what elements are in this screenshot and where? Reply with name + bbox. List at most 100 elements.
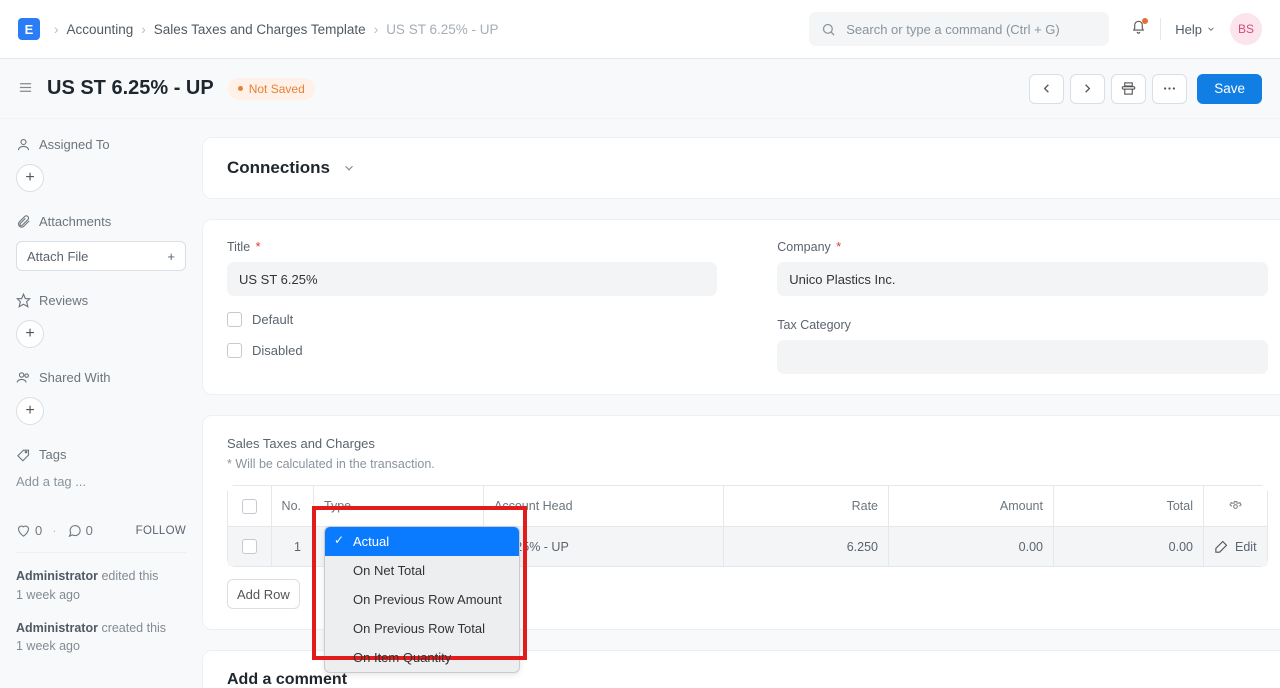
col-settings[interactable] <box>1204 486 1267 526</box>
engagement-stats: 0 · 0 <box>16 523 93 538</box>
top-navbar: E › Accounting › Sales Taxes and Charges… <box>0 0 1280 59</box>
add-review-button[interactable]: + <box>16 320 44 348</box>
print-button[interactable] <box>1111 74 1146 104</box>
page-title: US ST 6.25% - UP <box>47 77 214 100</box>
status-text: Not Saved <box>249 82 305 96</box>
connections-toggle[interactable]: Connections <box>227 158 1268 178</box>
row-account[interactable]: T 6.25% - UP <box>484 527 724 566</box>
row-amount[interactable]: 0.00 <box>889 527 1054 566</box>
user-icon <box>16 137 31 152</box>
tax-category-label: Tax Category <box>777 318 1267 332</box>
more-menu-button[interactable] <box>1152 74 1187 104</box>
user-avatar[interactable]: BS <box>1230 13 1262 45</box>
heart-icon <box>16 523 31 538</box>
dropdown-option-actual[interactable]: Actual <box>325 527 519 556</box>
row-no: 1 <box>272 527 314 566</box>
follow-button[interactable]: FOLLOW <box>136 525 186 537</box>
paperclip-icon <box>16 214 31 229</box>
taxes-grid: No. Type Account Head Rate Amount Total … <box>227 485 1268 567</box>
col-total: Total <box>1054 486 1204 526</box>
chevron-down-icon <box>1206 24 1216 34</box>
dropdown-option-prev-total[interactable]: On Previous Row Total <box>325 614 519 643</box>
row-checkbox[interactable] <box>242 539 257 554</box>
sidebar-toggle[interactable] <box>18 80 33 98</box>
checkbox-icon <box>227 343 242 358</box>
attach-file-button[interactable]: Attach File + <box>16 241 186 271</box>
prev-button[interactable] <box>1029 74 1064 104</box>
tax-category-field[interactable] <box>777 340 1267 374</box>
row-edit-button[interactable]: Edit <box>1204 527 1267 566</box>
breadcrumb-template[interactable]: Sales Taxes and Charges Template <box>154 22 366 37</box>
details-card: Title * Default Disabled Company * Tax C… <box>202 219 1280 395</box>
company-label: Company * <box>777 240 1267 254</box>
assigned-to-header: Assigned To <box>16 137 186 152</box>
comment-icon <box>67 523 82 538</box>
dropdown-option-item-qty[interactable]: On Item Quantity <box>325 643 519 672</box>
checkbox-icon <box>227 312 242 327</box>
chevron-right-icon: › <box>374 22 379 37</box>
default-checkbox[interactable]: Default <box>227 312 717 327</box>
grid-row: 1 Actual On Net Total On Previous Row Am… <box>228 526 1267 566</box>
dropdown-option-net-total[interactable]: On Net Total <box>325 556 519 585</box>
activity-entry: Administrator created this 1 week ago <box>16 619 186 657</box>
col-no: No. <box>272 486 314 526</box>
col-rate: Rate <box>724 486 889 526</box>
row-rate[interactable]: 6.250 <box>724 527 889 566</box>
status-dot-icon <box>238 86 243 91</box>
select-all-checkbox[interactable] <box>242 499 257 514</box>
chevron-left-icon <box>1039 81 1054 96</box>
tags-header: Tags <box>16 447 186 462</box>
row-type-cell[interactable]: Actual On Net Total On Previous Row Amou… <box>314 527 484 566</box>
app-logo[interactable]: E <box>18 18 40 40</box>
help-label: Help <box>1175 22 1202 37</box>
add-row-button[interactable]: Add Row <box>227 579 300 609</box>
dropdown-option-prev-amount[interactable]: On Previous Row Amount <box>325 585 519 614</box>
reviews-header: Reviews <box>16 293 186 308</box>
shared-with-label: Shared With <box>39 370 111 385</box>
divider <box>16 552 186 553</box>
comment-count[interactable]: 0 <box>67 523 93 538</box>
taxes-hint: * Will be calculated in the transaction. <box>227 457 1268 471</box>
users-icon <box>16 370 31 385</box>
add-tag-input[interactable]: Add a tag ... <box>16 474 186 489</box>
breadcrumb: › Accounting › Sales Taxes and Charges T… <box>54 22 498 37</box>
taxes-section-label: Sales Taxes and Charges <box>227 436 1268 451</box>
attachments-header: Attachments <box>16 214 186 229</box>
next-button[interactable] <box>1070 74 1105 104</box>
row-total[interactable]: 0.00 <box>1054 527 1204 566</box>
company-field[interactable] <box>777 262 1267 296</box>
add-assignment-button[interactable]: + <box>16 164 44 192</box>
connections-label: Connections <box>227 158 330 178</box>
form-sidebar: Assigned To + Attachments Attach File + … <box>0 119 202 688</box>
attachments-label: Attachments <box>39 214 111 229</box>
connections-card: Connections <box>202 137 1280 199</box>
notifications-button[interactable] <box>1131 20 1146 38</box>
gear-icon <box>1228 499 1243 514</box>
col-amount: Amount <box>889 486 1054 526</box>
search-icon <box>821 22 836 37</box>
add-share-button[interactable]: + <box>16 397 44 425</box>
col-type: Type <box>314 486 484 526</box>
disabled-checkbox[interactable]: Disabled <box>227 343 717 358</box>
tags-label: Tags <box>39 447 66 462</box>
save-button[interactable]: Save <box>1197 74 1262 104</box>
assigned-to-label: Assigned To <box>39 137 110 152</box>
reviews-label: Reviews <box>39 293 88 308</box>
chevron-right-icon: › <box>54 22 59 37</box>
menu-icon <box>18 80 33 95</box>
like-count[interactable]: 0 <box>16 523 42 538</box>
chevron-down-icon <box>342 161 356 175</box>
breadcrumb-accounting[interactable]: Accounting <box>67 22 134 37</box>
plus-icon: + <box>167 249 175 264</box>
col-account: Account Head <box>484 486 724 526</box>
pencil-icon <box>1214 539 1229 554</box>
type-dropdown[interactable]: Actual On Net Total On Previous Row Amou… <box>324 526 520 673</box>
printer-icon <box>1121 81 1136 96</box>
title-field[interactable] <box>227 262 717 296</box>
form-main: Connections Title * Default Disabled Com… <box>202 119 1280 688</box>
help-menu[interactable]: Help <box>1175 22 1216 37</box>
breadcrumb-current: US ST 6.25% - UP <box>386 22 498 37</box>
shared-with-header: Shared With <box>16 370 186 385</box>
global-search[interactable]: Search or type a command (Ctrl + G) <box>809 12 1109 46</box>
add-comment-title: Add a comment <box>227 671 1268 688</box>
